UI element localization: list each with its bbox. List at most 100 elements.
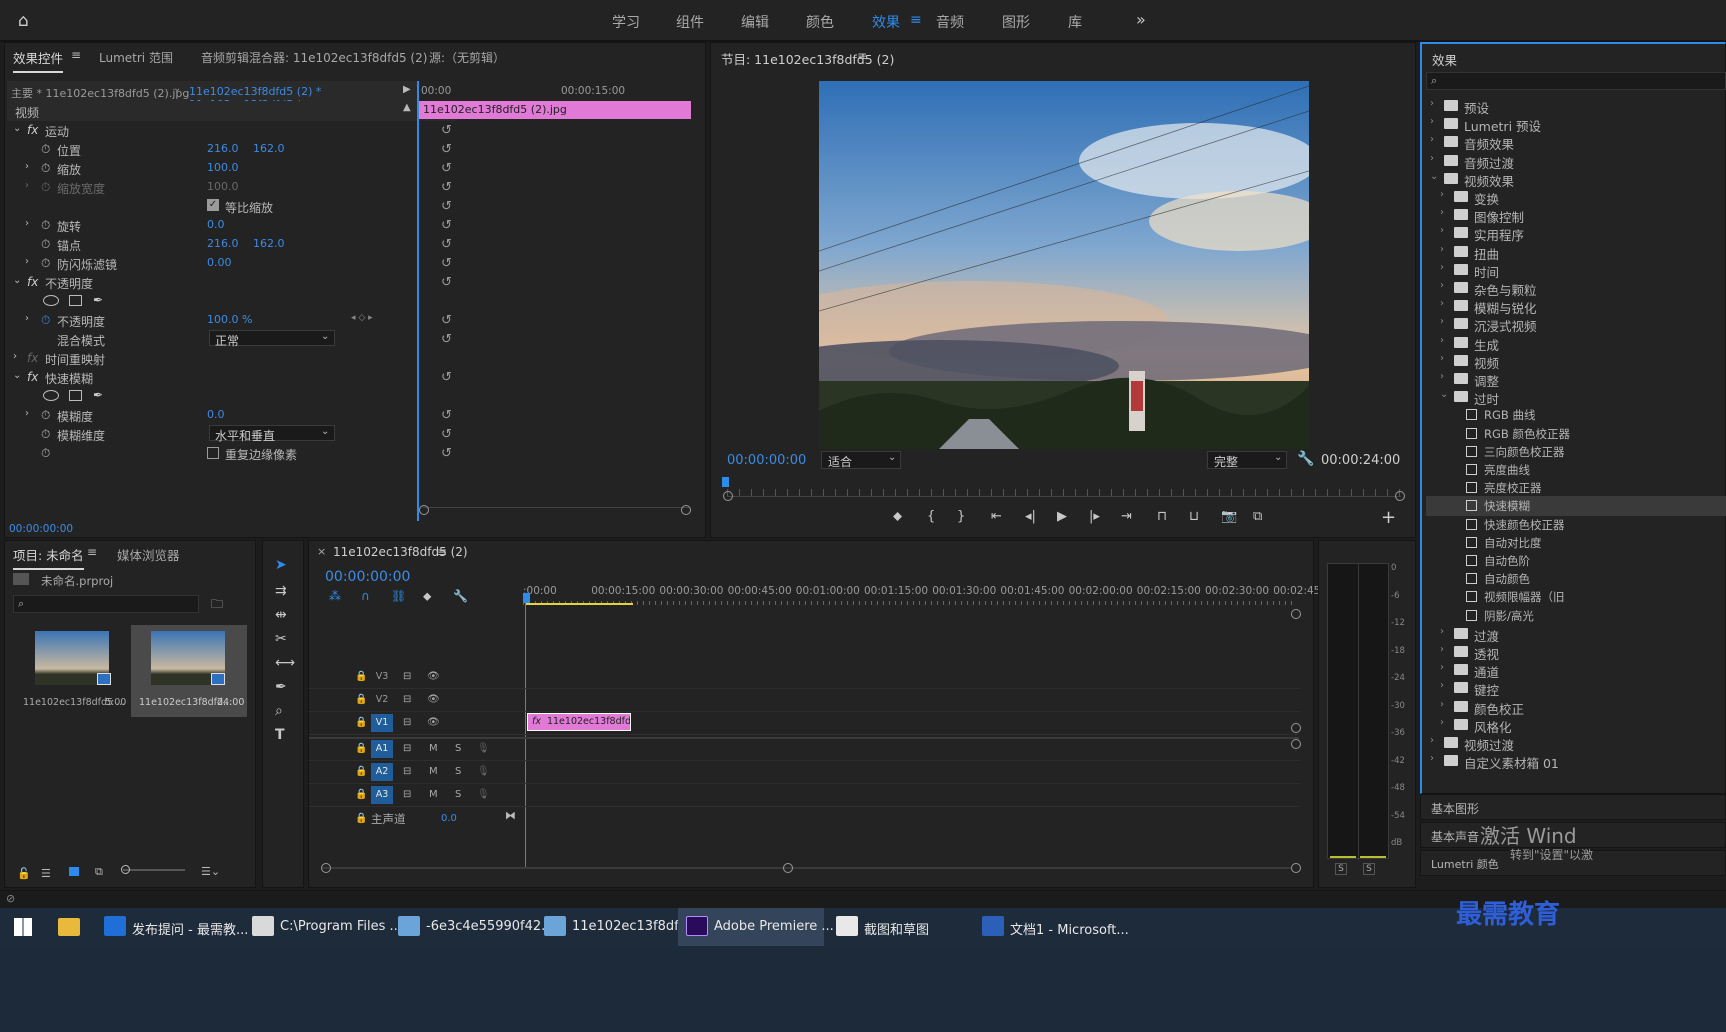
snap-icon[interactable]: ∩ xyxy=(361,589,370,603)
track-select-tool-icon[interactable]: ⇉ xyxy=(275,583,287,599)
effects-tree-item[interactable]: ⌄ 过时 xyxy=(1426,387,1726,407)
add-marker-icon[interactable]: ⬥ xyxy=(423,589,431,604)
chevron-right-icon[interactable]: › xyxy=(1440,626,1444,637)
repeat-edge-checkbox[interactable] xyxy=(207,447,219,459)
stopwatch-icon[interactable]: ⏱ xyxy=(41,161,50,176)
project-item-thumb-selected[interactable]: 11e102ec13f8dfd... 24:00 xyxy=(131,625,247,717)
expand-icon[interactable]: ⌄ xyxy=(13,370,21,381)
sync-lock-icon[interactable]: ⊟ xyxy=(403,717,411,728)
ripple-edit-tool-icon[interactable]: ⇹ xyxy=(275,607,287,623)
mark-in-icon[interactable]: { xyxy=(927,509,935,524)
effects-tree-item[interactable]: › 模糊与锐化 xyxy=(1426,296,1726,316)
taskbar-app-button[interactable]: 发布提问 - 最需教... xyxy=(96,908,248,946)
reset-icon[interactable]: ↺ xyxy=(441,256,452,271)
reset-icon[interactable]: ↺ xyxy=(441,218,452,233)
add-marker-icon[interactable]: ⬥ xyxy=(893,509,902,524)
project-search-input[interactable]: ⌕ xyxy=(13,595,199,613)
program-playhead-icon[interactable] xyxy=(722,477,729,487)
voice-over-icon[interactable]: 🎙 xyxy=(477,766,490,777)
selection-tool-icon[interactable]: ➤ xyxy=(275,557,287,573)
scroll-handle-icon[interactable] xyxy=(419,505,429,515)
expand-icon[interactable]: › xyxy=(25,313,29,324)
track-label-A1[interactable]: A1 xyxy=(371,740,393,758)
scale-value[interactable]: 100.0 xyxy=(207,161,239,174)
tab-media-browser[interactable]: 媒体浏览器 xyxy=(117,545,180,564)
effects-tree-item[interactable]: › 风格化 xyxy=(1426,715,1726,735)
go-to-in-icon[interactable]: ⇤ xyxy=(991,509,1002,524)
icon-view-icon[interactable] xyxy=(69,867,79,876)
flicker-value[interactable]: 0.00 xyxy=(207,256,232,269)
workspace-tab-2[interactable]: 编辑 xyxy=(741,12,769,32)
lock-icon[interactable]: 🔒 xyxy=(355,717,367,728)
stopwatch-icon[interactable]: ⏱ xyxy=(41,313,50,328)
go-to-out-icon[interactable]: ⇥ xyxy=(1121,509,1132,524)
nest-icon[interactable]: ⁂ xyxy=(329,589,341,603)
scroll-handle-icon[interactable] xyxy=(681,505,691,515)
reset-icon[interactable]: ↺ xyxy=(441,142,452,157)
chevron-down-icon[interactable]: ⌄ xyxy=(321,331,329,342)
timeline-hscrollbar[interactable] xyxy=(321,867,1291,869)
workspace-tab-5[interactable]: 音频 xyxy=(936,12,964,32)
add-button-icon[interactable]: + xyxy=(1381,507,1396,528)
fx-badge-icon[interactable]: fx xyxy=(27,275,38,289)
essential-sound-tab[interactable]: 基本声音 xyxy=(1431,828,1479,845)
workspace-tab-0[interactable]: 学习 xyxy=(612,12,640,32)
tab-source[interactable]: 源:（无剪辑） xyxy=(429,49,505,66)
ellipse-mask-icon[interactable] xyxy=(43,295,59,306)
program-monitor-title[interactable]: 节目: 11e102ec13f8dfd5 (2) xyxy=(721,49,894,68)
stopwatch-icon[interactable]: ⏱ xyxy=(41,218,50,233)
reset-icon[interactable]: ↺ xyxy=(441,408,452,423)
opacity-value[interactable]: 100.0 % xyxy=(207,313,252,326)
step-back-icon[interactable]: ◂| xyxy=(1025,509,1036,524)
effects-tree-item[interactable]: › 过渡 xyxy=(1426,624,1726,644)
uniform-scale-checkbox[interactable]: ✓ xyxy=(207,199,219,211)
linked-selection-icon[interactable]: ⛓ xyxy=(391,589,406,603)
taskbar-app-button[interactable]: 11e102ec13f8dfd... xyxy=(536,908,699,946)
ellipse-mask-icon[interactable] xyxy=(43,390,59,401)
reset-icon[interactable]: ↺ xyxy=(441,332,452,347)
program-video-frame[interactable] xyxy=(819,81,1309,449)
voice-over-icon[interactable]: 🎙 xyxy=(477,743,490,754)
effects-tree-item[interactable]: › 颜色校正 xyxy=(1426,697,1726,717)
lock-icon[interactable]: 🔒 xyxy=(355,743,367,754)
stopwatch-icon[interactable]: ⏱ xyxy=(41,142,50,157)
type-tool-icon[interactable]: T xyxy=(275,727,285,743)
effects-tree-item[interactable]: › 杂色与颗粒 xyxy=(1426,278,1726,298)
quality-select[interactable]: 完整 ⌄ xyxy=(1207,451,1287,469)
stopwatch-icon[interactable]: ⏱ xyxy=(41,237,50,252)
effects-tree-item[interactable]: › 实用程序 xyxy=(1426,223,1726,243)
effects-tree-item[interactable]: 亮度曲线 xyxy=(1426,460,1726,480)
expand-icon[interactable]: ⌄ xyxy=(13,275,21,286)
chevron-down-icon[interactable]: ⌄ xyxy=(888,452,896,463)
effects-tree-item[interactable]: 三向颜色校正器 xyxy=(1426,442,1726,462)
lock-icon[interactable]: 🔒 xyxy=(355,789,367,800)
reset-icon[interactable]: ↺ xyxy=(441,161,452,176)
list-view-icon[interactable]: ☰ xyxy=(41,867,51,880)
work-area-bar[interactable] xyxy=(525,603,633,605)
chevron-down-icon[interactable]: ⌄ xyxy=(1274,452,1282,463)
effects-search-input[interactable]: ⌕ xyxy=(1426,72,1726,90)
chevron-right-icon[interactable]: › xyxy=(1440,298,1444,309)
zoom-slider-handle-icon[interactable] xyxy=(121,865,130,874)
go-to-end-icon[interactable]: ⧓ xyxy=(505,809,516,822)
effects-tree-item[interactable]: 亮度校正器 xyxy=(1426,478,1726,498)
timeline-title[interactable]: 11e102ec13f8dfd5 (2) xyxy=(333,545,468,559)
solo-button[interactable]: S xyxy=(455,743,461,754)
chevron-right-icon[interactable]: › xyxy=(1430,735,1434,746)
settings-wrench-icon[interactable]: 🔧 xyxy=(453,589,468,603)
workspace-tab-6[interactable]: 图形 xyxy=(1002,12,1030,32)
reset-icon[interactable]: ↺ xyxy=(441,446,452,461)
play-only-icon[interactable]: ▶ xyxy=(403,84,411,95)
taskbar-app-button[interactable]: C:\Program Files ... xyxy=(244,908,402,946)
workspace-menu-icon[interactable]: ≡ xyxy=(910,12,922,28)
chevron-right-icon[interactable]: › xyxy=(1430,134,1434,145)
panel-menu-icon[interactable]: ≡ xyxy=(857,49,867,63)
lock-icon[interactable]: 🔒 xyxy=(355,813,367,824)
sync-lock-icon[interactable]: ⊟ xyxy=(403,743,411,754)
effects-tree-item[interactable]: › 沉浸式视频 xyxy=(1426,314,1726,334)
step-forward-icon[interactable]: |▸ xyxy=(1089,509,1100,524)
sync-lock-icon[interactable]: ⊟ xyxy=(403,694,411,705)
reset-icon[interactable]: ↺ xyxy=(441,180,452,195)
track-label-V3[interactable]: V3 xyxy=(371,668,393,686)
anchor-y-value[interactable]: 162.0 xyxy=(253,237,285,250)
